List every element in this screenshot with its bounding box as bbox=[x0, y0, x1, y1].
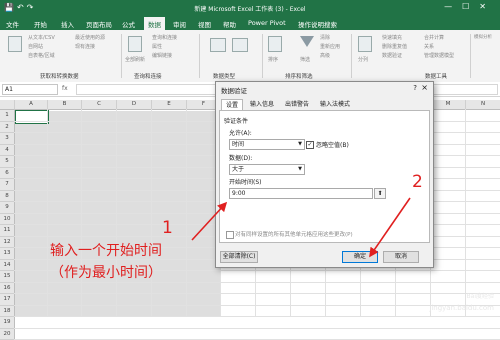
row-header[interactable]: 19 bbox=[0, 317, 15, 329]
watermark-url: jingyan.baidu.com bbox=[429, 304, 494, 312]
grid-row-line bbox=[14, 316, 500, 317]
annotation-text-line2: （作为最小时间） bbox=[50, 262, 162, 282]
row-header[interactable]: 20 bbox=[0, 329, 15, 340]
annotation-text-line1: 输入一个开始时间 bbox=[50, 240, 162, 260]
annotation-number-2: 2 bbox=[412, 172, 423, 192]
arrow-1 bbox=[192, 203, 226, 240]
grid-row-line bbox=[14, 328, 500, 329]
arrow-2 bbox=[370, 198, 410, 256]
annotation-number-1: 1 bbox=[162, 218, 173, 238]
watermark-logo: Bai度经验 bbox=[467, 291, 494, 300]
